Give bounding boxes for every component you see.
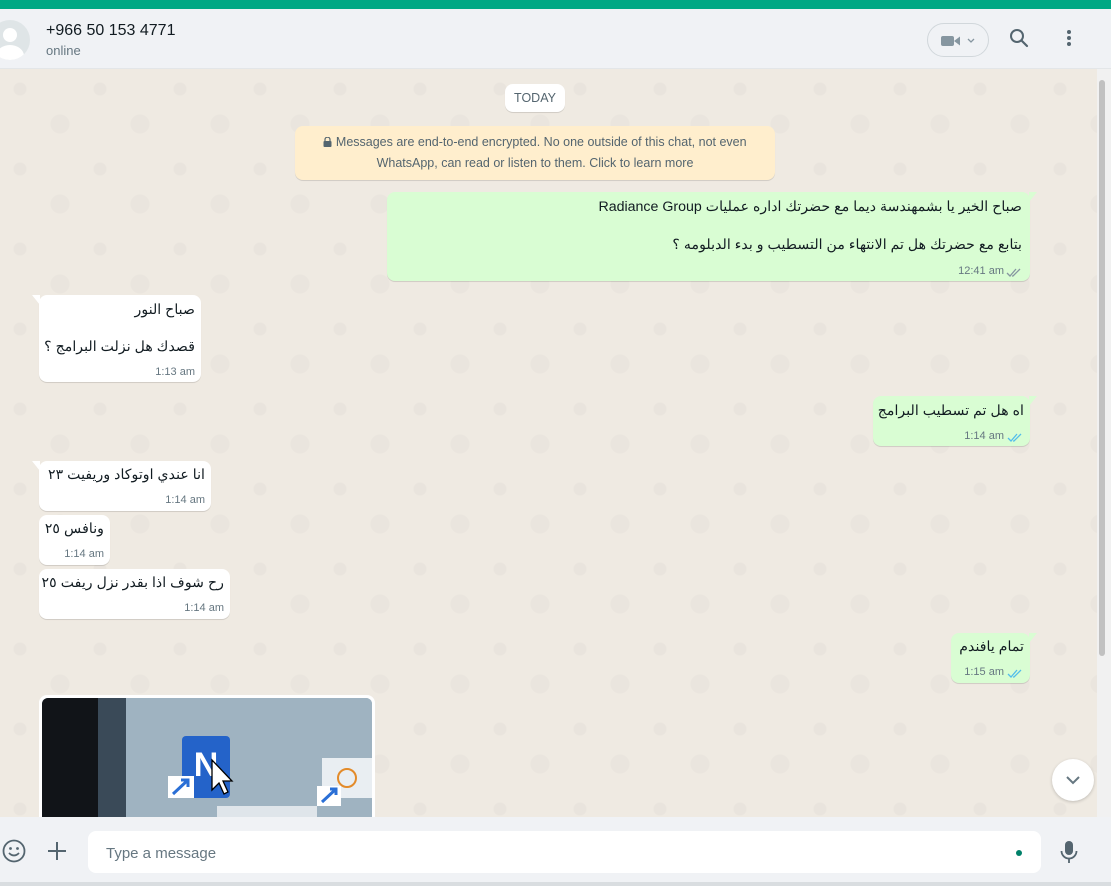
message-time: 1:14 am bbox=[964, 430, 1004, 442]
double-check-icon bbox=[1007, 669, 1022, 678]
message-list[interactable]: TODAY Messages are end-to-end encrypted.… bbox=[0, 69, 1097, 817]
microphone-icon[interactable] bbox=[1059, 839, 1079, 865]
encryption-notice-line1: Messages are end-to-end encrypted. No on… bbox=[335, 135, 747, 149]
top-accent-bar bbox=[0, 0, 1111, 9]
double-check-icon bbox=[1006, 268, 1021, 277]
encryption-notice[interactable]: Messages are end-to-end encrypted. No on… bbox=[295, 126, 775, 180]
attach-plus-icon[interactable] bbox=[46, 840, 68, 862]
message-input[interactable] bbox=[104, 831, 1008, 875]
scroll-to-bottom-button[interactable] bbox=[1052, 759, 1094, 801]
message-bubble-outgoing[interactable]: تمام يافندم 1:15 am bbox=[951, 633, 1037, 683]
composer-bar bbox=[0, 817, 1111, 886]
message-text: اه هل تم تسطيب البرامج bbox=[877, 403, 1024, 419]
message-text: قصدك هل نزلت البرامج ؟ bbox=[44, 339, 195, 355]
emoji-icon[interactable] bbox=[1, 838, 27, 864]
message-time: 1:15 am bbox=[964, 666, 1004, 678]
message-time: 1:14 am bbox=[64, 548, 104, 560]
encryption-notice-line2: WhatsApp, can read or listen to them. Cl… bbox=[376, 156, 694, 170]
message-text: ونافس ٢٥ bbox=[44, 521, 104, 537]
message-time: 1:13 am bbox=[155, 366, 195, 378]
message-bubble-incoming[interactable]: ونافس ٢٥ 1:14 am bbox=[39, 515, 110, 565]
chat-header[interactable]: +966 50 153 4771 online bbox=[0, 9, 1111, 69]
window-bottom-edge bbox=[0, 882, 1111, 886]
message-text: بتابع مع حضرتك هل تم الانتهاء من التسطيب… bbox=[672, 237, 1022, 253]
scrollbar-thumb[interactable] bbox=[1099, 80, 1105, 656]
message-bubble-outgoing[interactable]: صباح الخير يا بشمهندسة ديما مع حضرتك ادا… bbox=[387, 192, 1037, 281]
avatar[interactable] bbox=[0, 20, 30, 60]
contact-status: online bbox=[46, 43, 81, 58]
search-icon[interactable] bbox=[1009, 28, 1029, 48]
message-bubble-incoming[interactable]: صباح النور قصدك هل نزلت البرامج ؟ 1:13 a… bbox=[32, 295, 201, 382]
message-text: انا عندي اوتوكاد وريفيت ٢٣ bbox=[47, 467, 205, 483]
message-text: رح شوف اذا بقدر نزل ريفت ٢٥ bbox=[41, 575, 224, 591]
chevron-down-icon bbox=[1066, 776, 1080, 785]
message-time: 1:14 am bbox=[165, 494, 205, 506]
message-text: صباح النور bbox=[134, 302, 195, 318]
lock-icon bbox=[323, 136, 332, 147]
date-divider: TODAY bbox=[505, 84, 565, 112]
contact-name[interactable]: +966 50 153 4771 bbox=[46, 22, 175, 40]
image-message[interactable]: N bbox=[39, 695, 375, 817]
message-text: صباح الخير يا بشمهندسة ديما مع حضرتك ادا… bbox=[598, 199, 1022, 215]
message-bubble-outgoing[interactable]: اه هل تم تسطيب البرامج 1:14 am bbox=[873, 396, 1037, 446]
message-time: 1:14 am bbox=[184, 602, 224, 614]
double-check-icon bbox=[1007, 433, 1022, 442]
image-thumbnail[interactable]: N bbox=[42, 698, 372, 817]
message-text: تمام يافندم bbox=[959, 639, 1024, 655]
video-call-icon bbox=[941, 36, 975, 46]
video-call-button[interactable] bbox=[927, 23, 989, 57]
message-input-box[interactable] bbox=[88, 831, 1041, 875]
chevron-down-icon bbox=[967, 38, 975, 43]
message-time: 12:41 am bbox=[958, 265, 1004, 277]
message-bubble-incoming[interactable]: انا عندي اوتوكاد وريفيت ٢٣ 1:14 am bbox=[32, 461, 211, 511]
photo-preview: N bbox=[42, 698, 372, 817]
menu-dots-icon[interactable] bbox=[1064, 28, 1074, 48]
status-dot bbox=[1016, 850, 1022, 856]
message-bubble-incoming[interactable]: رح شوف اذا بقدر نزل ريفت ٢٥ 1:14 am bbox=[39, 569, 230, 619]
